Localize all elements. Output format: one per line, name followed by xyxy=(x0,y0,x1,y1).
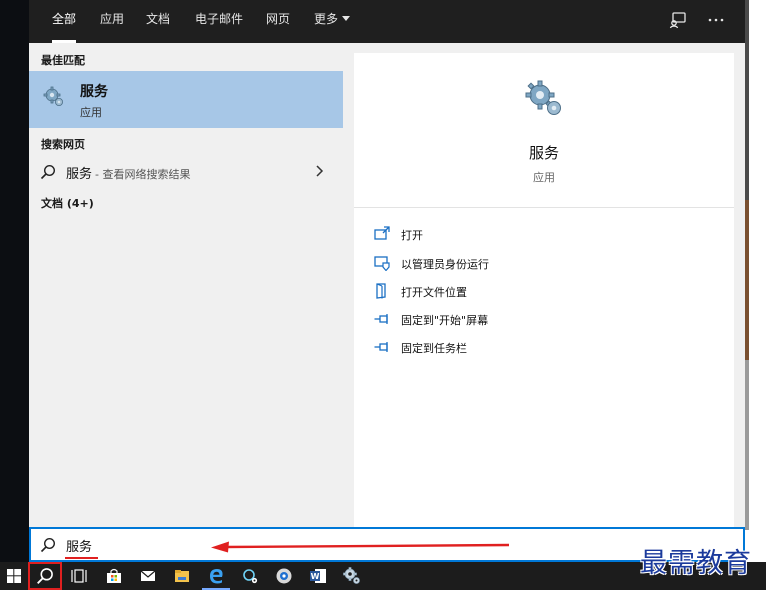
tab-more[interactable]: 更多 xyxy=(314,0,351,43)
divider xyxy=(354,207,734,208)
svg-text:W: W xyxy=(311,572,320,581)
web-search-header: 搜索网页 xyxy=(41,138,85,151)
gears-icon xyxy=(525,80,561,115)
tab-apps[interactable]: 应用 xyxy=(100,0,124,43)
watermark-logo: 最需教育 xyxy=(640,548,752,579)
store-icon xyxy=(107,568,121,583)
windows-start-icon xyxy=(7,569,21,583)
more-options-icon[interactable] xyxy=(703,8,729,32)
word-icon: W xyxy=(310,569,326,583)
action-pin-to-taskbar[interactable]: 固定到任务栏 xyxy=(374,337,714,359)
action-open[interactable]: 打开 xyxy=(374,224,714,246)
details-pane: 服务 应用 打开 以管理员身份运行 打开文件位置 固定到"开始"屏幕 固定到任务… xyxy=(354,53,734,527)
file-explorer-button[interactable] xyxy=(166,562,198,590)
mail-icon xyxy=(140,570,156,581)
settings-search-icon xyxy=(243,569,258,584)
file-location-icon xyxy=(376,283,386,299)
tab-all[interactable]: 全部 xyxy=(52,0,77,43)
edge-icon xyxy=(210,569,223,584)
annotation-arrow-icon xyxy=(211,541,510,553)
search-box[interactable] xyxy=(29,527,745,562)
app-name: 服务 xyxy=(528,144,559,162)
app-button[interactable] xyxy=(268,562,300,590)
search-window: 全部 应用 文档 电子邮件 网页 更多 最佳匹配 服务 应用 搜索网页 服务 -… xyxy=(29,0,745,562)
task-view-button[interactable] xyxy=(64,562,96,590)
tab-web[interactable]: 网页 xyxy=(266,0,290,43)
edge-button[interactable] xyxy=(200,562,232,590)
app-type: 应用 xyxy=(533,171,555,184)
annotation-underline xyxy=(65,557,98,559)
pin-icon xyxy=(374,342,388,352)
search-tabs-bar: 全部 应用 文档 电子邮件 网页 更多 xyxy=(29,0,745,43)
best-match-header: 最佳匹配 xyxy=(41,54,85,67)
file-explorer-icon xyxy=(175,570,189,582)
desktop-wallpaper-right xyxy=(745,0,766,562)
feedback-icon[interactable] xyxy=(665,8,691,32)
gears-icon xyxy=(43,86,63,106)
services-icon xyxy=(343,567,360,584)
chevron-down-icon xyxy=(342,16,351,21)
windows-start-button[interactable] xyxy=(0,562,28,590)
search-icon xyxy=(40,537,56,553)
services-button[interactable] xyxy=(336,562,368,590)
pin-icon xyxy=(374,314,388,324)
web-search-hint: - 查看网络搜索结果 xyxy=(95,168,191,181)
search-input[interactable] xyxy=(66,535,186,555)
chevron-right-icon[interactable] xyxy=(315,163,325,179)
search-icon xyxy=(40,164,56,180)
web-search-term: 服务 xyxy=(66,167,93,182)
best-match-title: 服务 xyxy=(80,84,108,100)
task-view-icon xyxy=(71,569,87,583)
action-run-as-admin[interactable]: 以管理员身份运行 xyxy=(374,253,714,275)
taskbar-search-button[interactable] xyxy=(28,562,62,590)
word-button[interactable]: W xyxy=(302,562,334,590)
web-search-result[interactable]: 服务 - 查看网络搜索结果 xyxy=(29,157,343,187)
tab-documents[interactable]: 文档 xyxy=(146,0,170,43)
store-button[interactable] xyxy=(98,562,130,590)
tab-email[interactable]: 电子邮件 xyxy=(195,0,243,43)
best-match-item[interactable]: 服务 应用 xyxy=(29,71,343,128)
mail-button[interactable] xyxy=(132,562,164,590)
action-pin-to-start[interactable]: 固定到"开始"屏幕 xyxy=(374,309,714,331)
documents-header[interactable]: 文档 (4+) xyxy=(41,195,94,211)
run-as-admin-icon xyxy=(374,256,390,271)
settings-search-button[interactable] xyxy=(234,562,266,590)
results-list: 最佳匹配 服务 应用 搜索网页 服务 - 查看网络搜索结果 文档 (4+) xyxy=(29,43,343,527)
open-icon xyxy=(374,226,390,240)
action-open-file-location[interactable]: 打开文件位置 xyxy=(374,281,714,303)
desktop-wallpaper-left xyxy=(0,0,29,562)
app-icon xyxy=(276,568,292,584)
search-icon xyxy=(37,568,53,584)
best-match-subtitle: 应用 xyxy=(80,106,102,119)
